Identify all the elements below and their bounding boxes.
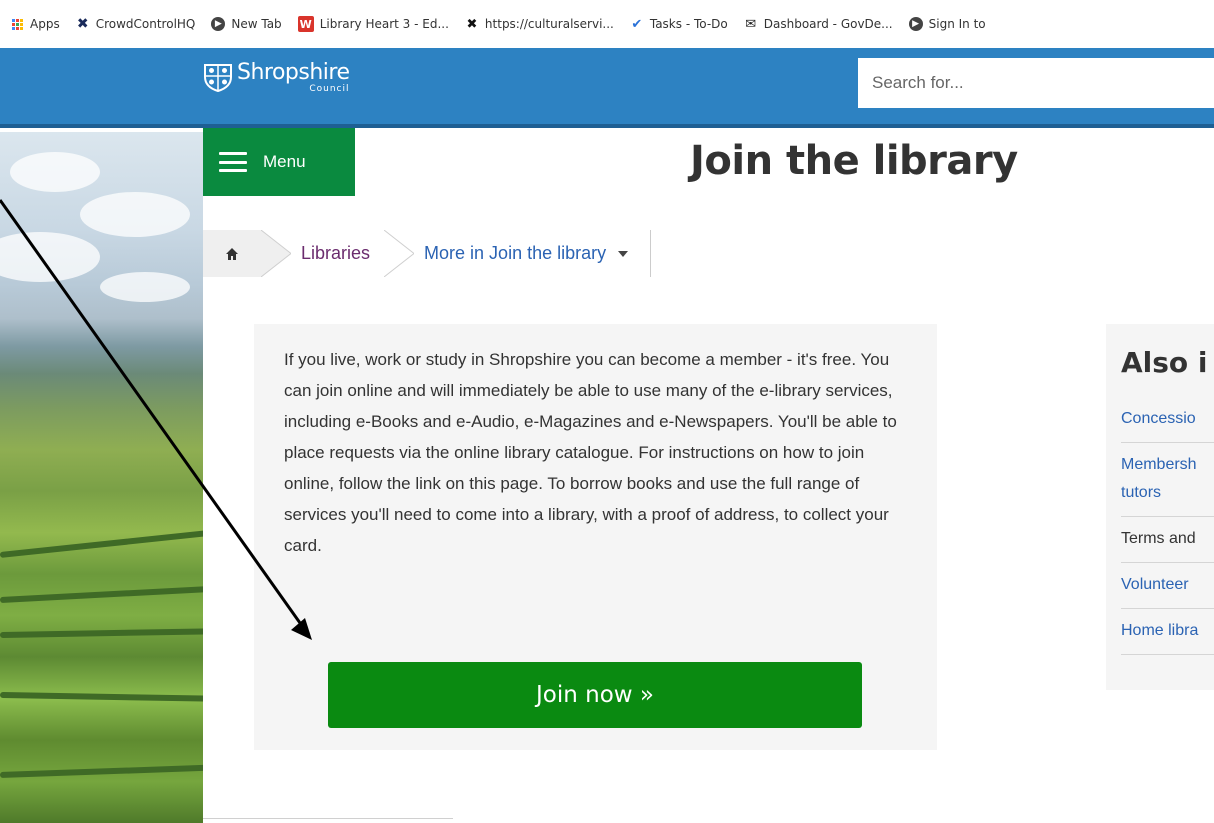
hamburger-icon bbox=[219, 152, 247, 172]
page-title: Join the library bbox=[690, 138, 1018, 184]
bookmark-label: Tasks - To-Do bbox=[649, 17, 728, 31]
home-icon bbox=[226, 247, 238, 260]
breadcrumb: Libraries More in Join the library bbox=[203, 230, 652, 277]
bookmarks-bar: Apps ✖ CrowdControlHQ ▶ New Tab W Librar… bbox=[0, 0, 1214, 48]
sidebar-link-concessions[interactable]: Concessio bbox=[1121, 397, 1214, 443]
council-crest-icon bbox=[204, 64, 232, 92]
menu-button[interactable]: Menu bbox=[203, 128, 355, 196]
bookmark-crowdcontrol[interactable]: ✖ CrowdControlHQ bbox=[76, 16, 196, 32]
bookmark-sign-in[interactable]: ▶ Sign In to bbox=[908, 17, 986, 31]
join-now-button[interactable]: Join now » bbox=[328, 662, 862, 728]
breadcrumb-separator-icon bbox=[384, 230, 415, 277]
sidebar-link-home-library[interactable]: Home libra bbox=[1121, 609, 1214, 655]
chat-icon: ✉ bbox=[745, 16, 757, 32]
sidebar-link-label: Membersh tutors bbox=[1121, 456, 1197, 501]
bookmark-culturalservices[interactable]: ✖ https://culturalservi... bbox=[465, 16, 614, 32]
search-input[interactable] bbox=[858, 58, 1214, 108]
bookmark-apps[interactable]: Apps bbox=[10, 17, 60, 31]
bookmark-dashboard[interactable]: ✉ Dashboard - GovDe... bbox=[744, 16, 893, 32]
crowdcontrol-icon: ✖ bbox=[76, 16, 89, 32]
logo-subtitle: Council bbox=[309, 84, 350, 94]
breadcrumb-libraries[interactable]: Libraries bbox=[291, 243, 384, 264]
sidebar-link-membership-tutors[interactable]: Membersh tutors bbox=[1121, 443, 1214, 517]
also-in-sidebar: Also i Concessio Membersh tutors Terms a… bbox=[1106, 324, 1214, 690]
bookmark-tasks[interactable]: ✔ Tasks - To-Do bbox=[630, 16, 728, 32]
bookmark-label: https://culturalservi... bbox=[484, 17, 614, 31]
globe-icon: ▶ bbox=[211, 17, 226, 31]
landscape-image bbox=[0, 132, 203, 823]
bookmark-label: Dashboard - GovDe... bbox=[763, 17, 893, 31]
bookmark-label: New Tab bbox=[231, 17, 282, 31]
bookmark-label: CrowdControlHQ bbox=[95, 17, 196, 31]
breadcrumb-separator-icon bbox=[261, 230, 291, 277]
sidebar-item-terms[interactable]: Terms and bbox=[1121, 517, 1214, 563]
sidebar-title: Also i bbox=[1121, 346, 1208, 379]
w-icon: W bbox=[297, 16, 314, 32]
shropshire-council-logo[interactable]: Shropshire Council bbox=[203, 62, 350, 94]
caret-down-icon bbox=[618, 250, 629, 257]
bookmark-label: Library Heart 3 - Ed... bbox=[319, 17, 449, 31]
join-info-text: If you live, work or study in Shropshire… bbox=[284, 350, 897, 555]
menu-label: Menu bbox=[263, 152, 306, 171]
breadcrumb-more-dropdown[interactable]: More in Join the library bbox=[414, 243, 650, 264]
bookmark-label: Sign In to bbox=[928, 17, 986, 31]
x-icon: ✖ bbox=[466, 16, 478, 32]
site-header: Shropshire Council bbox=[0, 48, 1214, 128]
logo-name: Shropshire bbox=[237, 60, 350, 85]
bookmark-library-heart[interactable]: W Library Heart 3 - Ed... bbox=[297, 16, 449, 32]
breadcrumb-more-label: More in Join the library bbox=[424, 243, 607, 263]
sidebar-link-volunteer[interactable]: Volunteer bbox=[1121, 563, 1214, 609]
bookmark-label: Apps bbox=[30, 17, 60, 31]
bookmark-new-tab[interactable]: ▶ New Tab bbox=[211, 17, 282, 31]
check-icon: ✔ bbox=[631, 16, 643, 32]
breadcrumb-home[interactable] bbox=[203, 230, 261, 277]
apps-grid-icon bbox=[10, 17, 24, 31]
globe-icon: ▶ bbox=[908, 17, 923, 31]
sidebar-links: Concessio Membersh tutors Terms and Volu… bbox=[1121, 397, 1214, 655]
join-info-panel: If you live, work or study in Shropshire… bbox=[254, 324, 937, 750]
footer-divider bbox=[203, 818, 453, 819]
